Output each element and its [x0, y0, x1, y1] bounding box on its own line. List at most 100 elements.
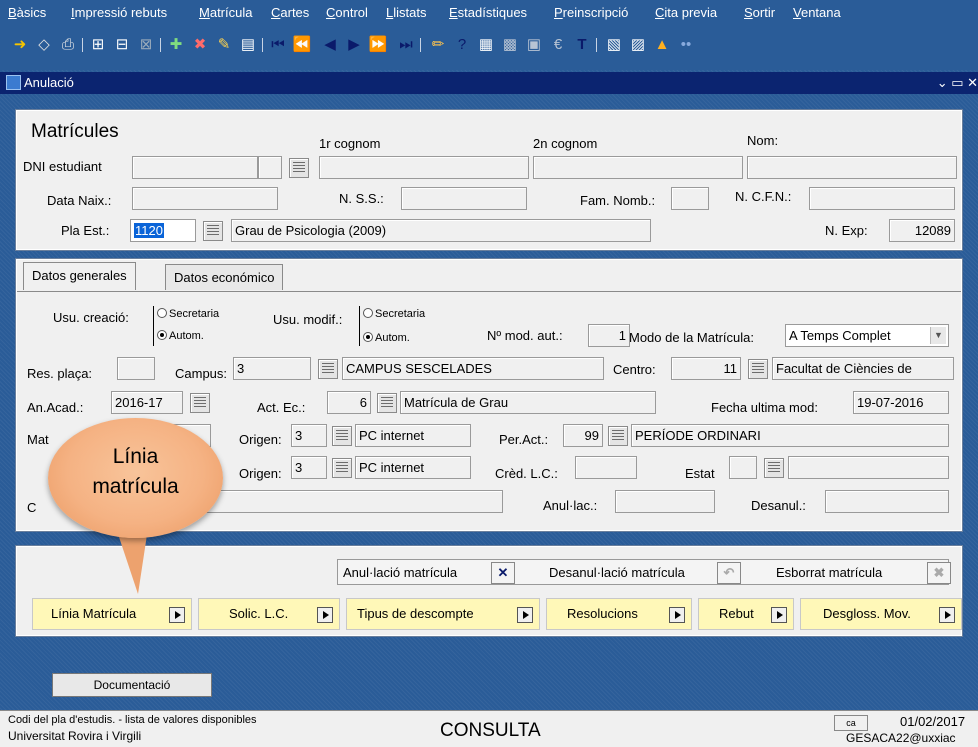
desanul-field[interactable]: [825, 490, 949, 513]
origen1-field[interactable]: 3: [291, 424, 327, 447]
origen1-list-button[interactable]: [332, 426, 352, 446]
fam-nomb-field[interactable]: [671, 187, 709, 210]
calculator-icon[interactable]: ▩: [500, 35, 520, 55]
dni-field[interactable]: [132, 156, 258, 179]
tab-datos-economico[interactable]: Datos económico: [165, 264, 284, 290]
menu-llistats[interactable]: Llistats: [386, 5, 426, 20]
opt-secretaria-text: Secretaria: [169, 308, 220, 320]
cancel-query-icon[interactable]: ⊠: [136, 35, 156, 55]
campus-field[interactable]: 3: [233, 357, 311, 380]
credlc-field[interactable]: [575, 456, 637, 479]
anacad-list-button[interactable]: [190, 393, 210, 413]
fecha-field[interactable]: 19-07-2016: [853, 391, 949, 414]
clear-icon[interactable]: ◇: [34, 35, 54, 55]
menu-cartes[interactable]: Cartes: [271, 5, 309, 20]
usu-modif-autom-radio[interactable]: Autom.: [363, 332, 410, 344]
first-record-icon[interactable]: ⏮: [268, 35, 288, 55]
desanul-matricula-button[interactable]: ↶: [717, 562, 741, 584]
actec-field[interactable]: 6: [327, 391, 371, 414]
calendar-icon[interactable]: ▣: [524, 35, 544, 55]
euro-icon[interactable]: €: [548, 35, 568, 55]
anacad-field[interactable]: 2016-17: [111, 391, 183, 414]
play-icon: [939, 607, 955, 623]
next-record-icon[interactable]: ▶: [344, 35, 364, 55]
usu-creacio-secretaria-radio[interactable]: Secretaria: [157, 308, 219, 320]
solic-lc-button[interactable]: Solic. L.C.: [198, 598, 340, 630]
desgloss-mov-button[interactable]: Desgloss. Mov.: [800, 598, 962, 630]
resolucions-button[interactable]: Resolucions: [546, 598, 692, 630]
last-record-icon[interactable]: ⏭: [396, 35, 416, 55]
query-icon[interactable]: ⊞: [88, 35, 108, 55]
window-icon[interactable]: ▧: [604, 35, 624, 55]
execute-query-icon[interactable]: ⊟: [112, 35, 132, 55]
origen2-list-button[interactable]: [332, 458, 352, 478]
menu-cita-previa[interactable]: Cita previa: [655, 5, 717, 20]
menu-ventana[interactable]: Ventana: [793, 5, 841, 20]
usu-modif-secretaria-radio[interactable]: Secretaria: [363, 308, 425, 320]
campus-list-button[interactable]: [318, 359, 338, 379]
warning-icon[interactable]: ▲: [652, 35, 672, 55]
insert-record-icon[interactable]: ✚: [166, 35, 186, 55]
edit-icon[interactable]: ✏: [428, 35, 448, 55]
text-icon[interactable]: T: [572, 35, 592, 55]
opt-secretaria-text: Secretaria: [375, 308, 426, 320]
pla-est-field[interactable]: 1120: [130, 219, 196, 242]
data-naix-field[interactable]: [132, 187, 278, 210]
duplicate-icon[interactable]: ✎: [214, 35, 234, 55]
exit-icon[interactable]: ➜: [10, 35, 30, 55]
linia-matricula-button[interactable]: Línia Matrícula: [32, 598, 192, 630]
keys-icon[interactable]: ▦: [476, 35, 496, 55]
ncfn-field[interactable]: [809, 187, 955, 210]
nmod-field[interactable]: 1: [588, 324, 630, 347]
clear-record-icon[interactable]: ▤: [238, 35, 258, 55]
anullac-field[interactable]: [615, 490, 715, 513]
callout-line1: Línia: [112, 445, 159, 468]
nexp-field[interactable]: 12089: [889, 219, 955, 242]
modo-select[interactable]: A Temps Complet ▼: [785, 324, 949, 347]
next-block-icon[interactable]: ⏩: [368, 35, 388, 55]
rebut-button[interactable]: Rebut: [698, 598, 794, 630]
fecha-label: Fecha ultima mod:: [711, 400, 818, 415]
usu-creacio-autom-radio[interactable]: Autom.: [157, 330, 204, 342]
menu-estadistiques[interactable]: Estadístiques: [449, 5, 527, 20]
anul-matricula-button[interactable]: ✕: [491, 562, 515, 584]
cognom2-field[interactable]: [533, 156, 743, 179]
print-icon[interactable]: ⎙: [58, 35, 78, 55]
co-label: C: [27, 500, 37, 515]
tab-datos-generales[interactable]: Datos generales: [23, 262, 136, 290]
nss-field[interactable]: [401, 187, 527, 210]
menu-basics[interactable]: Bàsics: [8, 5, 46, 20]
estat-list-button[interactable]: [764, 458, 784, 478]
centro-field[interactable]: 11: [671, 357, 741, 380]
esborrat-matricula-button[interactable]: ✖: [927, 562, 951, 584]
dni-letter-field[interactable]: [258, 156, 282, 179]
prev-block-icon[interactable]: ⏪: [292, 35, 312, 55]
cognom1-field[interactable]: [319, 156, 529, 179]
peract-field[interactable]: 99: [563, 424, 603, 447]
delete-record-icon[interactable]: ✖: [190, 35, 210, 55]
window2-icon[interactable]: ▨: [628, 35, 648, 55]
estat-desc-field: [788, 456, 949, 479]
pla-est-list-button[interactable]: [203, 221, 223, 241]
window-controls[interactable]: ⌄ ▭ ✕: [937, 75, 978, 91]
menu-matricula[interactable]: Matrícula: [199, 5, 252, 20]
peract-list-button[interactable]: [608, 426, 628, 446]
menu-sortir[interactable]: Sortir: [744, 5, 775, 20]
play-icon: [517, 607, 533, 623]
menu-impressio-rebuts[interactable]: Impressió rebuts: [71, 5, 167, 20]
menu-control[interactable]: Control: [326, 5, 368, 20]
status-lang: ca: [834, 715, 868, 731]
prev-record-icon[interactable]: ◀: [320, 35, 340, 55]
origen2-field[interactable]: 3: [291, 456, 327, 479]
menu-preinscripcio[interactable]: Preinscripció: [554, 5, 628, 20]
nom-field[interactable]: [747, 156, 957, 179]
documentacio-button[interactable]: Documentació: [52, 673, 212, 697]
help-icon[interactable]: ?: [452, 35, 472, 55]
more-icon[interactable]: ••: [676, 35, 696, 55]
estat-field[interactable]: [729, 456, 757, 479]
centro-list-button[interactable]: [748, 359, 768, 379]
dni-list-button[interactable]: [289, 158, 309, 178]
res-placa-field[interactable]: [117, 357, 155, 380]
tipus-descompte-button[interactable]: Tipus de descompte: [346, 598, 540, 630]
actec-list-button[interactable]: [377, 393, 397, 413]
